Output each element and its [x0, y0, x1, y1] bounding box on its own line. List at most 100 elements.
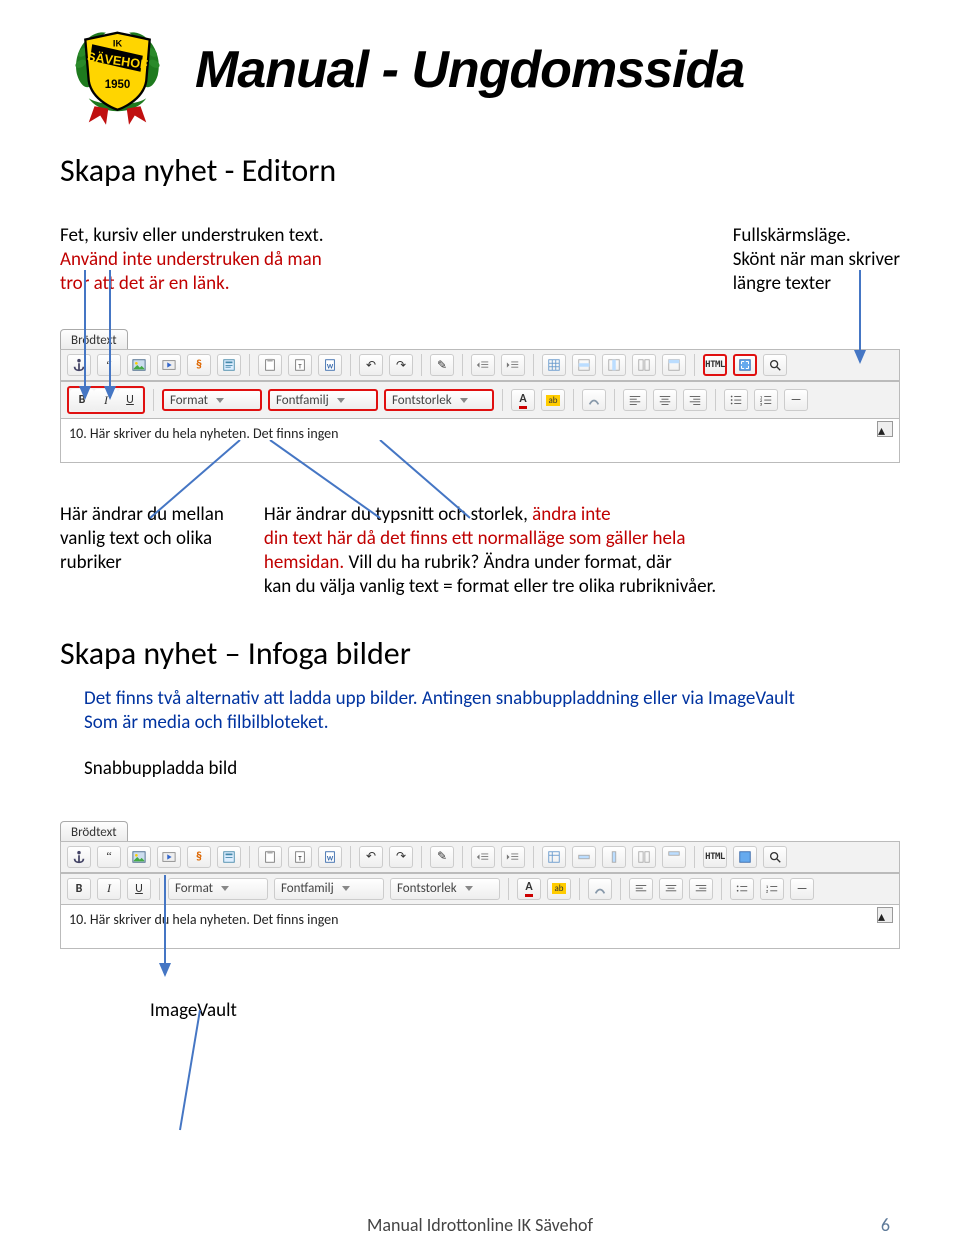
highlight-icon[interactable]: ab	[541, 389, 565, 411]
svg-text:IK: IK	[113, 39, 123, 49]
annotation-text: Fet, kursiv eller understruken text.	[60, 224, 324, 248]
undo-icon[interactable]: ↶	[359, 354, 383, 376]
link-icon[interactable]: §	[187, 354, 211, 376]
annotation-text: vanlig text och olika	[60, 527, 224, 551]
paste-icon[interactable]	[258, 354, 282, 376]
text-color-icon[interactable]: A	[511, 389, 535, 411]
indent-icon[interactable]	[501, 354, 525, 376]
form-icon[interactable]	[217, 354, 241, 376]
redo-icon[interactable]: ↷	[389, 846, 413, 868]
align-right-icon[interactable]	[689, 878, 713, 900]
bullet-list-icon[interactable]	[724, 389, 748, 411]
underline-button[interactable]: U	[127, 878, 151, 900]
italic-button[interactable]: I	[97, 878, 121, 900]
paste-word-icon[interactable]: W	[318, 354, 342, 376]
bullet-list-icon[interactable]	[730, 878, 754, 900]
editor-toolbar-row1: “ § T W ↶ ↷ ✎ HTML	[60, 349, 900, 381]
table-split-icon[interactable]	[632, 354, 656, 376]
align-left-icon[interactable]	[623, 389, 647, 411]
align-left-icon[interactable]	[629, 878, 653, 900]
redo-icon[interactable]: ↷	[389, 354, 413, 376]
annotation-text: hemsidan. Vill du ha rubrik? Ändra under…	[264, 551, 716, 575]
align-center-icon[interactable]	[659, 878, 683, 900]
form-icon[interactable]	[217, 846, 241, 868]
annotation-text: längre texter	[733, 272, 900, 296]
paste-text-icon[interactable]: T	[288, 354, 312, 376]
edit-icon[interactable]: ✎	[430, 354, 454, 376]
bold-button[interactable]: B	[67, 878, 91, 900]
table-split-icon[interactable]	[632, 846, 656, 868]
search-icon[interactable]	[763, 354, 787, 376]
table-merge-icon[interactable]	[662, 354, 686, 376]
hr-icon[interactable]: —	[790, 878, 814, 900]
content-text: 10. Här skriver du hela nyheten. Det fin…	[69, 425, 339, 442]
subheading: Snabbuppladda bild	[84, 757, 900, 781]
svg-text:W: W	[327, 853, 334, 862]
fontsize-dropdown[interactable]: Fontstorlek	[390, 878, 500, 900]
info-text: Det finns två alternativ att ladda upp b…	[84, 687, 900, 711]
editor-content[interactable]: 10. Här skriver du hela nyheten. Det fin…	[60, 419, 900, 463]
paste-text-icon[interactable]: T	[288, 846, 312, 868]
bold-button[interactable]: B	[70, 389, 94, 411]
table-col-icon[interactable]	[602, 354, 626, 376]
annotation-text: Skönt när man skriver	[733, 248, 900, 272]
table-row-icon[interactable]	[572, 354, 596, 376]
indent-icon[interactable]	[501, 846, 525, 868]
media-icon[interactable]	[157, 354, 181, 376]
quote-icon[interactable]: “	[97, 354, 121, 376]
clear-format-icon[interactable]	[588, 878, 612, 900]
path-toggle-icon[interactable]: ▴	[877, 907, 893, 923]
html-button[interactable]: HTML	[703, 846, 727, 868]
editor-toolbar-row2: B I U Format Fontfamilj Fontstorlek A ab…	[60, 873, 900, 905]
fullscreen-button[interactable]	[733, 354, 757, 376]
number-list-icon[interactable]: 123	[754, 389, 778, 411]
anchor-icon[interactable]	[67, 354, 91, 376]
editor-tab[interactable]: Brödtext	[60, 329, 128, 349]
content-text: 10. Här skriver du hela nyheten. Det fin…	[69, 911, 339, 928]
svg-text:T: T	[298, 362, 302, 371]
outdent-icon[interactable]	[471, 846, 495, 868]
fontsize-dropdown[interactable]: Fontstorlek	[384, 389, 494, 411]
anchor-icon[interactable]	[67, 846, 91, 868]
align-right-icon[interactable]	[683, 389, 707, 411]
image-icon[interactable]	[127, 846, 151, 868]
search-icon[interactable]	[763, 846, 787, 868]
annotation-text: rubriker	[60, 551, 224, 575]
number-list-icon[interactable]: 12	[760, 878, 784, 900]
svg-text:1950: 1950	[105, 79, 131, 91]
hr-icon[interactable]: —	[784, 389, 808, 411]
fullscreen-button[interactable]	[733, 846, 757, 868]
highlight-icon[interactable]: ab	[547, 878, 571, 900]
table-icon[interactable]	[542, 354, 566, 376]
media-icon[interactable]	[157, 846, 181, 868]
image-icon[interactable]	[127, 354, 151, 376]
format-dropdown[interactable]: Format	[168, 878, 268, 900]
italic-button[interactable]: I	[94, 389, 118, 411]
path-toggle-icon[interactable]: ▴	[877, 421, 893, 437]
format-dropdown[interactable]: Format	[162, 389, 262, 411]
edit-icon[interactable]: ✎	[430, 846, 454, 868]
underline-button[interactable]: U	[118, 389, 142, 411]
editor-tab[interactable]: Brödtext	[60, 821, 128, 841]
table-icon[interactable]	[542, 846, 566, 868]
fontfamily-dropdown[interactable]: Fontfamilj	[274, 878, 384, 900]
html-button[interactable]: HTML	[703, 354, 727, 376]
text-color-icon[interactable]: A	[517, 878, 541, 900]
clear-format-icon[interactable]	[582, 389, 606, 411]
editor-toolbar-row2: B I U Format Fontfamilj Fontstorlek A ab…	[60, 381, 900, 419]
page-title: Manual - Ungdomssida	[195, 40, 744, 100]
club-logo: SÄVEHOF IK 1950	[60, 12, 175, 127]
editor-content[interactable]: 10. Här skriver du hela nyheten. Det fin…	[60, 905, 900, 949]
outdent-icon[interactable]	[471, 354, 495, 376]
paste-word-icon[interactable]: W	[318, 846, 342, 868]
table-row-icon[interactable]	[572, 846, 596, 868]
table-col-icon[interactable]	[602, 846, 626, 868]
imagevault-icon[interactable]: §	[187, 846, 211, 868]
paste-icon[interactable]	[258, 846, 282, 868]
align-center-icon[interactable]	[653, 389, 677, 411]
undo-icon[interactable]: ↶	[359, 846, 383, 868]
table-merge-icon[interactable]	[662, 846, 686, 868]
annotation-warning: din text här då det finns ett normalläge…	[264, 527, 716, 551]
fontfamily-dropdown[interactable]: Fontfamilj	[268, 389, 378, 411]
quote-icon[interactable]: “	[97, 846, 121, 868]
